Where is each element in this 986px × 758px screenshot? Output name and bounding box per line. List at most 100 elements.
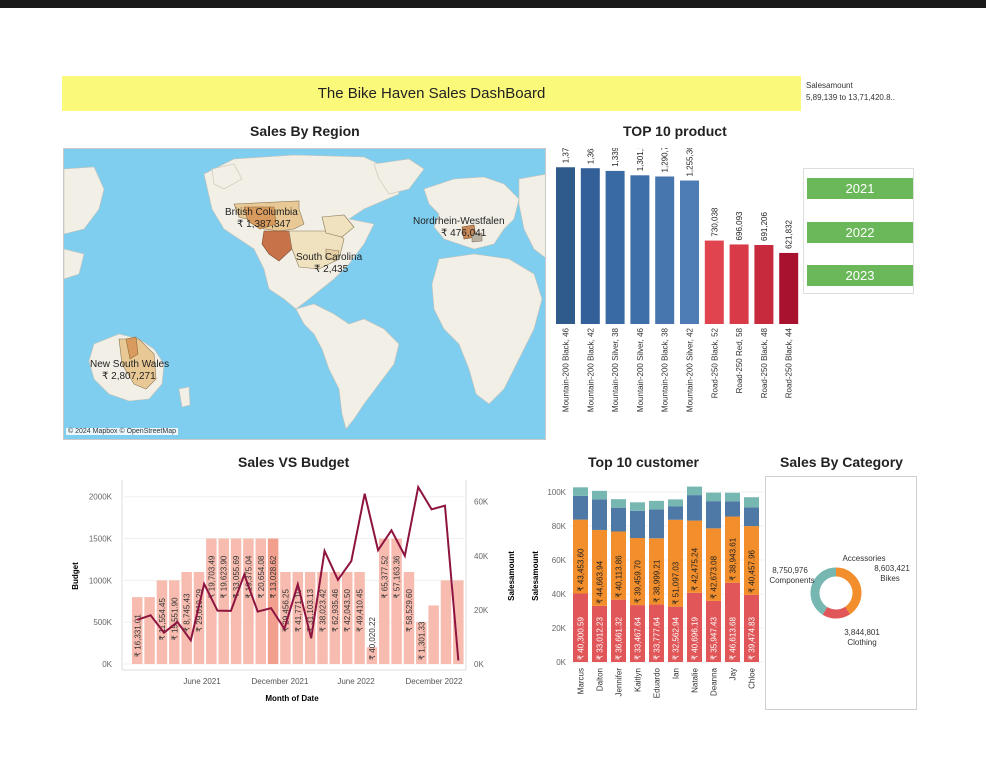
customer-red-label: ₹ 32,562.94 <box>672 617 681 660</box>
category-label-components: Components <box>769 576 814 585</box>
customer-orange-label: ₹ 44,663.94 <box>596 560 605 603</box>
product-category-label: Mountain-200 Silver, 42 <box>686 327 695 412</box>
customer-bar-teal <box>687 486 702 496</box>
budget-bar <box>428 605 439 664</box>
product-category-label: Mountain-200 Silver, 38 <box>611 327 620 412</box>
product-value-label: 1,255,363 <box>686 148 695 177</box>
budget-left-tick: 0K <box>102 660 112 669</box>
map-label-name: New South Wales <box>90 359 170 370</box>
map-label-value: ₹ 2,435 <box>314 264 349 275</box>
customer-red-label: ₹ 39,474.83 <box>748 617 757 660</box>
customer-bar-teal <box>668 499 683 507</box>
sales-vs-budget-chart: Budget Salesamount Month of Date 2000K 1500K… <box>71 480 516 703</box>
customer-bar-teal <box>592 490 607 500</box>
customer-bar-blue <box>668 506 683 520</box>
top-product-chart: 1,371,421 Mountain-200 Black, 46 1,363,142… <box>556 148 799 412</box>
customer-bar-blue <box>592 499 607 530</box>
product-bar <box>556 167 575 324</box>
customer-section-title: Top 10 customer <box>588 454 699 470</box>
customer-red-label: ₹ 33,777.64 <box>653 617 662 660</box>
sales-region-map[interactable] <box>63 148 546 440</box>
customer-name-label: Natalie <box>691 667 700 692</box>
dashboard-title-text: The Bike Haven Sales DashBoard <box>317 85 546 102</box>
budget-bar <box>440 580 452 664</box>
customer-tick: 20K <box>552 624 567 633</box>
product-bar <box>680 180 699 324</box>
product-value-label: 730,038 <box>710 207 719 236</box>
customer-bar-teal <box>744 497 759 508</box>
product-category-label: Road-250 Black, 52 <box>710 327 719 398</box>
year-button-2021[interactable]: 2021 <box>807 178 913 199</box>
budget-left-tick: 2000K <box>89 493 113 502</box>
east-asia-land <box>64 166 105 235</box>
product-value-label: 696,093 <box>735 211 744 240</box>
budget-x-tick: December 2022 <box>406 677 463 686</box>
product-value-label: 1,363,142 <box>586 148 595 164</box>
year-button-2023[interactable]: 2023 <box>807 265 913 286</box>
product-section-title: TOP 10 product <box>623 123 727 139</box>
budget-x-tick: December 2021 <box>252 677 309 686</box>
customer-bar-teal <box>630 502 645 511</box>
window-top-bar <box>0 0 986 8</box>
customer-red-label: ₹ 33,012.23 <box>596 617 605 660</box>
dashboard-title: The Bike Haven Sales DashBoard <box>62 76 801 111</box>
customer-bar-teal <box>649 500 664 510</box>
product-category-label: Mountain-200 Black, 46 <box>562 327 571 412</box>
customer-axis-title: Salesamount <box>531 551 540 601</box>
category-label-accessories: Accessories <box>842 554 885 563</box>
customer-orange-label: ₹ 42,673.08 <box>710 555 719 598</box>
product-bar <box>729 244 749 324</box>
customer-tick: 0K <box>556 658 566 667</box>
top-customer-chart: Salesamount 100K 80K 60K 40K 20K 0K ₹ 40,300.59… <box>531 486 764 698</box>
color-legend[interactable]: Salesamount 5,89,139 to 13,71,420.8.. <box>806 80 895 104</box>
customer-bar-blue <box>725 501 740 517</box>
budget-x-tick: June 2021 <box>183 677 221 686</box>
budget-bar-label: ₹ 29,610.29 <box>195 589 204 632</box>
customer-red-label: ₹ 46,613.68 <box>729 617 738 660</box>
product-category-label: Mountain-200 Black, 38 <box>661 327 670 412</box>
customer-bar-blue <box>687 495 702 521</box>
category-donut-chart: Accessories8,603,421Bikes 8,750,976Compon… <box>769 554 910 647</box>
budget-left-tick: 500K <box>93 618 112 627</box>
budget-right-tick: 40K <box>474 552 489 561</box>
budget-right-axis-title: Salesamount <box>507 551 516 601</box>
budget-bar-label: ₹ 8,745.43 <box>183 593 192 632</box>
customer-name-label: Dalton <box>596 668 605 691</box>
budget-bar-label: ₹ 13,028.62 <box>269 555 278 598</box>
customer-bar-blue <box>744 507 759 527</box>
new-zealand-land <box>178 386 191 408</box>
customer-bar-teal <box>573 487 588 496</box>
southeast-asia-land <box>64 248 85 280</box>
category-clothing-value: 3,844,801 <box>844 628 880 637</box>
customer-bar-teal <box>706 492 721 502</box>
map-label-nordrhein-westfalen: Nordrhein-Westfalen ₹ 476,041 <box>413 216 505 240</box>
budget-bar-label: ₹ 65,377.52 <box>380 555 389 598</box>
customer-tick: 80K <box>552 522 567 531</box>
product-category-label: Mountain-200 Black, 42 <box>586 327 595 412</box>
product-bar <box>754 245 774 324</box>
legend-range-text: 5,89,139 to 13,71,420.8.. <box>806 93 895 102</box>
product-value-label: 1,371,421 <box>562 148 571 163</box>
category-label-bikes: Bikes <box>880 574 900 583</box>
customer-orange-label: ₹ 42,475.24 <box>691 547 700 590</box>
product-category-label: Road-250 Black, 44 <box>785 327 794 398</box>
budget-bar-label: ₹ 1,301.33 <box>417 621 426 660</box>
customer-red-label: ₹ 40,300.59 <box>577 617 586 660</box>
budget-bar-label: ₹ 58,529.60 <box>405 589 414 632</box>
product-value-label: 621,832 <box>785 219 794 248</box>
customer-red-label: ₹ 33,467.64 <box>634 617 643 660</box>
customer-bar-blue <box>706 501 721 529</box>
customer-red-label: ₹ 36,661.32 <box>615 617 624 660</box>
budget-bar-label: ₹ 62,935.46 <box>331 589 340 632</box>
customer-orange-label: ₹ 43,453.60 <box>577 548 586 591</box>
budget-bar-label: ₹ 42,043.50 <box>343 589 352 632</box>
customer-orange-label: ₹ 40,457.96 <box>748 549 757 592</box>
product-value-label: 1,339,463 <box>611 148 620 167</box>
product-bar <box>655 176 675 324</box>
budget-bar-label: ₹ 19,623.90 <box>220 555 229 598</box>
legend-title: Salesamount <box>806 81 853 90</box>
year-button-2022[interactable]: 2022 <box>807 222 913 243</box>
category-components-value: 8,750,976 <box>772 566 808 575</box>
customer-bar-teal <box>725 492 740 502</box>
customer-bar-blue <box>573 495 588 520</box>
